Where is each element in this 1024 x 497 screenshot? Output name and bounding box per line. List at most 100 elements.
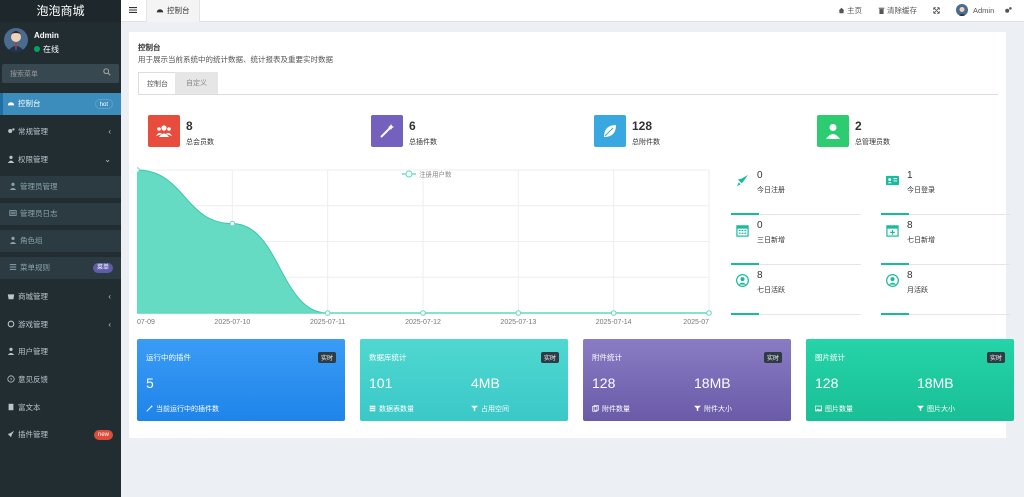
stat-value: 6 <box>409 119 416 133</box>
sidebar-item-menu-rules[interactable]: 菜单规则 菜单 <box>0 257 121 279</box>
list-icon <box>9 210 17 216</box>
sidebar-item-role-group[interactable]: 角色组 <box>0 230 121 252</box>
card-label: 附件大小 <box>694 404 732 414</box>
top-navbar: 控制台 主页 清除缓存 Admin <box>121 0 1024 22</box>
stat-label: 总会员数 <box>186 139 214 146</box>
chart-legend-marker <box>405 170 413 178</box>
fullscreen-button[interactable] <box>933 0 940 22</box>
home-icon <box>838 7 845 14</box>
sidebar-item-richtext[interactable]: 富文本 <box>0 397 121 419</box>
cogs-icon <box>1005 7 1012 13</box>
sidebar-item-admin-manage[interactable]: 管理员管理 <box>0 176 121 198</box>
sidebar-item-label: 菜单规则 <box>20 263 50 272</box>
mini-stat-underline <box>731 313 759 315</box>
dashboard-icon <box>156 9 164 13</box>
sidebar-search[interactable]: 搜索菜单 <box>2 64 119 83</box>
menu-badge: 菜单 <box>92 263 113 273</box>
chart-point <box>610 310 617 316</box>
mini-stat-three-day-new: 0 三日新增 <box>731 215 861 265</box>
user-status: 在线 <box>34 44 59 55</box>
realtime-badge: 实时 <box>986 352 1005 363</box>
mini-stat-label: 七日活跃 <box>757 287 785 294</box>
card-attachment-stats: 附件统计 实时 128 18MB 附件数量 附件大小 <box>583 339 791 421</box>
search-icon[interactable] <box>103 68 111 76</box>
card-value: 128 <box>815 375 839 391</box>
app-logo[interactable]: 泡泡商城 <box>0 0 121 22</box>
trash-icon <box>878 7 885 14</box>
mini-stat-underline <box>881 313 909 315</box>
user-menu[interactable]: Admin <box>956 0 994 22</box>
chevron-left-icon: ‹ <box>108 320 111 329</box>
mini-stat-label: 今日登录 <box>907 187 935 194</box>
leaf-icon <box>604 125 616 137</box>
calendar-plus-icon <box>886 225 899 237</box>
home-label: 主页 <box>847 6 862 15</box>
menu-toggle-icon[interactable] <box>129 6 137 14</box>
chart-point <box>137 167 140 173</box>
card-label: 图片大小 <box>917 404 955 414</box>
stat-value: 8 <box>186 119 193 133</box>
card-label: 占用空间 <box>471 404 509 414</box>
search-input[interactable]: 搜索菜单 <box>10 69 38 79</box>
card-label-text: 附件数量 <box>602 406 630 413</box>
stat-icon-box <box>371 115 403 147</box>
bars-icon <box>9 264 17 270</box>
sidebar-item-admin-log[interactable]: 管理员日志 <box>0 203 121 225</box>
expand-icon <box>933 7 940 14</box>
group-icon <box>7 155 15 163</box>
sidebar-item-shop[interactable]: 商城管理 ‹ <box>0 286 121 308</box>
card-value: 18MB <box>694 375 731 391</box>
mini-stat-today-login: 1 今日登录 <box>881 165 1011 215</box>
card-title: 数据库统计 <box>369 353 407 362</box>
hot-badge: hot <box>94 99 113 109</box>
card-label-text: 占用空间 <box>481 406 509 413</box>
mini-stat-label: 三日新增 <box>757 237 785 244</box>
tab-dashboard-content[interactable]: 控制台 <box>138 72 177 95</box>
mini-stat-value: 8 <box>757 270 763 281</box>
sidebar-item-label: 管理员管理 <box>20 182 58 191</box>
settings-button[interactable] <box>1004 0 1012 22</box>
tab-divider <box>138 94 998 95</box>
card-value: 101 <box>369 375 393 391</box>
sidebar-item-label: 插件管理 <box>18 430 48 439</box>
sidebar-item-label: 富文本 <box>18 403 41 412</box>
mini-stat-seven-day-new: 8 七日新增 <box>881 215 1011 265</box>
avatar-small <box>956 4 968 16</box>
avatar[interactable] <box>4 28 28 52</box>
sidebar-item-feedback[interactable]: ? 意见反馈 <box>0 369 121 391</box>
sidebar-item-permissions[interactable]: 权限管理 ⌄ <box>0 149 121 171</box>
clear-cache-button[interactable]: 清除缓存 <box>878 0 917 22</box>
shop-icon <box>7 294 15 300</box>
chart-x-tick-label: 2025-07 <box>683 319 709 326</box>
stat-label: 总管理员数 <box>855 139 890 146</box>
dashboard-panel: 控制台 用于展示当前系统中的统计数据、统计报表及重要实时数据 控制台 自定义 8… <box>129 32 1014 438</box>
card-label: 图片数量 <box>815 404 853 414</box>
card-value: 128 <box>592 375 616 391</box>
realtime-badge: 实时 <box>540 352 559 363</box>
sidebar-item-game[interactable]: 游戏管理 ‹ <box>0 314 121 336</box>
chart-x-tick-label: 2025-07-13 <box>500 319 536 326</box>
realtime-badge: 实时 <box>763 352 782 363</box>
filter-icon <box>917 405 924 412</box>
sidebar-item-plugins[interactable]: 插件管理 new <box>0 424 121 446</box>
tab-dashboard[interactable]: 控制台 <box>146 0 200 22</box>
tab-custom[interactable]: 自定义 <box>175 72 218 95</box>
chart-legend-label: 注册用户数 <box>419 170 452 179</box>
sidebar-item-general[interactable]: 常规管理 ‹ <box>0 121 121 143</box>
card-title: 附件统计 <box>592 353 622 362</box>
magic-wand-icon <box>146 405 153 412</box>
sidebar-item-users[interactable]: 用户管理 <box>0 341 121 363</box>
card-value: 18MB <box>917 375 954 391</box>
sidebar-item-label: 控制台 <box>18 99 41 108</box>
card-database-stats: 数据库统计 实时 101 4MB 数据表数量 占用空间 <box>360 339 568 421</box>
chevron-down-icon: ⌄ <box>104 155 111 164</box>
mini-stat-value: 8 <box>907 270 913 281</box>
home-link[interactable]: 主页 <box>838 0 862 22</box>
mini-stat-month-active: 8 月活跃 <box>881 265 1011 315</box>
sidebar-item-dashboard[interactable]: 控制台 hot <box>0 93 121 115</box>
user-panel: Admin 在线 <box>0 22 121 62</box>
user-circle-icon <box>886 274 899 287</box>
mini-stat-value: 1 <box>907 170 913 181</box>
image-icon <box>815 405 822 412</box>
card-value: 5 <box>146 375 154 391</box>
